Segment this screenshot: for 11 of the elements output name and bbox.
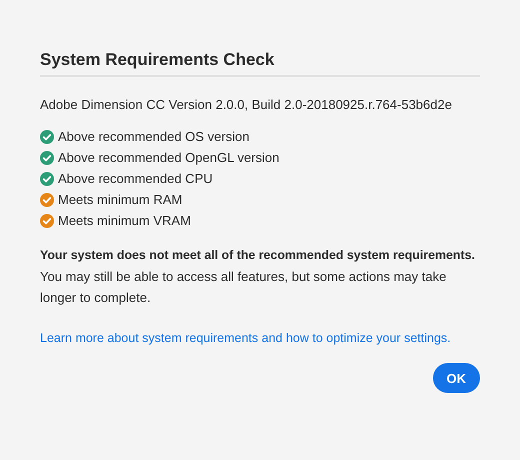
check-label: Above recommended CPU (58, 171, 213, 186)
learn-more-link[interactable]: Learn more about system requirements and how to optimize your settings. (40, 331, 451, 345)
detail-text: You may still be able to access all features, but some actions may take longer to complete. (40, 268, 448, 307)
check-label: Meets minimum VRAM (58, 213, 191, 228)
summary-text: Your system does not meet all of the recommended system requirements. (40, 247, 476, 264)
version-text: Adobe Dimension CC Version 2.0.0, Build 2.0-20180925.r.764-53b6d2e (40, 97, 453, 112)
dialog-title: System Requirements Check (40, 49, 276, 71)
check-label: Above recommended OS version (58, 129, 250, 144)
ok-button[interactable]: OK (432, 363, 480, 393)
check-label: Meets minimum RAM (58, 192, 182, 207)
check-label: Above recommended OpenGL version (58, 150, 280, 165)
